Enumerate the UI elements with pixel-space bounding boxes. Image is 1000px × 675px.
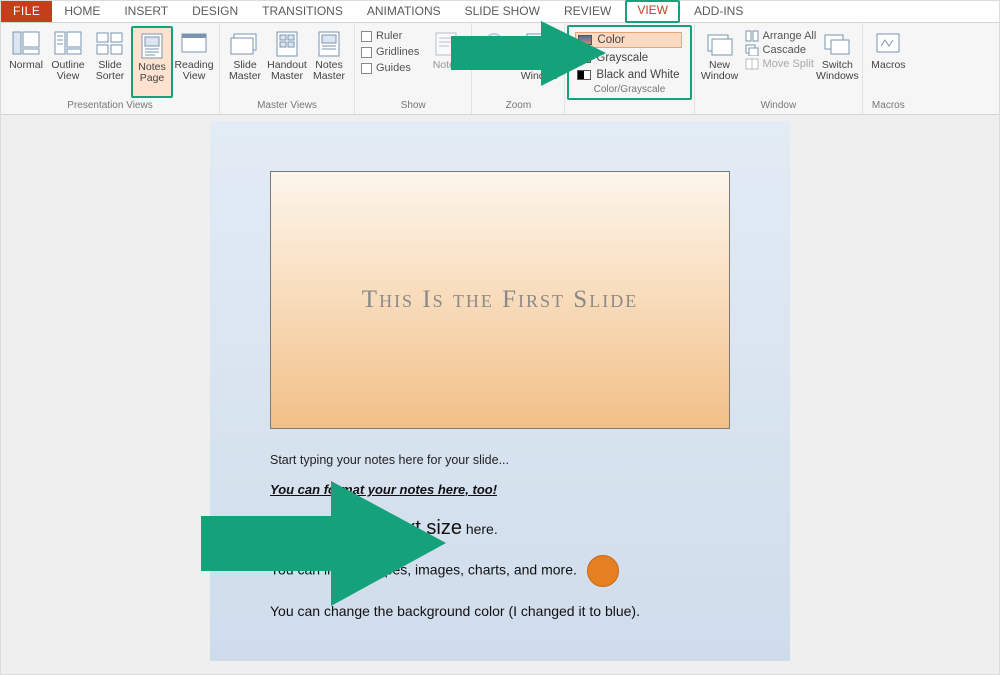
btn-slide-sorter[interactable]: Slide Sorter	[89, 26, 131, 98]
arrange-all-icon	[745, 30, 759, 42]
annotation-arrow-bottom	[201, 481, 451, 611]
btn-normal[interactable]: Normal	[5, 26, 47, 98]
reading-view-icon	[179, 30, 209, 58]
tab-animations[interactable]: ANIMATIONS	[355, 1, 453, 22]
btn-handout-master[interactable]: Handout Master	[266, 26, 308, 98]
btn-move-split: Move Split	[745, 58, 817, 70]
btn-macros-label: Macros	[871, 60, 905, 71]
btn-move-split-label: Move Split	[763, 58, 814, 70]
btn-cascade[interactable]: Cascade	[745, 44, 817, 56]
orange-circle-shape	[587, 555, 619, 587]
slide-sorter-icon	[95, 30, 125, 58]
btn-outline-view[interactable]: Outline View	[47, 26, 89, 98]
handout-master-icon	[272, 30, 302, 58]
group-presentation-views: Normal Outline View Slide Sorter Notes P…	[1, 23, 220, 114]
btn-new-window-label: New Window	[701, 60, 738, 82]
group-macros: Macros Macros	[863, 23, 913, 114]
chk-gridlines[interactable]: Gridlines	[361, 46, 419, 58]
slide-title: This Is the First Slide	[362, 286, 638, 314]
group-show-label: Show	[359, 98, 467, 114]
switch-windows-icon	[822, 30, 852, 58]
group-master-views: Slide Master Handout Master Notes Master…	[220, 23, 355, 114]
btn-slide-master-label: Slide Master	[229, 60, 261, 82]
tab-file[interactable]: FILE	[1, 1, 52, 22]
group-window: New Window Arrange All Cascade Move Spli…	[695, 23, 864, 114]
btn-notes-page-label: Notes Page	[138, 62, 165, 84]
slide-master-icon	[230, 30, 260, 58]
btn-new-window[interactable]: New Window	[699, 26, 741, 98]
btn-outline-view-label: Outline View	[51, 60, 84, 82]
chk-guides-label: Guides	[376, 62, 411, 74]
annotation-arrow-top	[451, 21, 611, 91]
group-window-label: Window	[699, 98, 859, 114]
btn-reading-view[interactable]: Reading View	[173, 26, 215, 98]
cascade-icon	[745, 44, 759, 56]
tab-slideshow[interactable]: SLIDE SHOW	[453, 1, 552, 22]
tab-addins[interactable]: ADD-INS	[682, 1, 755, 22]
new-window-icon	[705, 30, 735, 58]
btn-arrange-all-label: Arrange All	[763, 30, 817, 42]
notes-page-icon	[137, 32, 167, 60]
tab-transitions[interactable]: TRANSITIONS	[250, 1, 355, 22]
normal-view-icon	[11, 30, 41, 58]
notes-master-icon	[314, 30, 344, 58]
group-macros-label: Macros	[867, 98, 909, 114]
macros-icon	[873, 30, 903, 58]
tab-design[interactable]: DESIGN	[180, 1, 250, 22]
btn-switch-windows[interactable]: Switch Windows	[816, 26, 858, 98]
chk-ruler-label: Ruler	[376, 30, 402, 42]
btn-notes-master[interactable]: Notes Master	[308, 26, 350, 98]
group-presentation-views-label: Presentation Views	[5, 98, 215, 114]
outline-view-icon	[53, 30, 83, 58]
btn-reading-view-label: Reading View	[174, 60, 213, 82]
btn-notes-page[interactable]: Notes Page	[131, 26, 173, 98]
btn-macros[interactable]: Macros	[867, 26, 909, 98]
ribbon-tabstrip: FILE HOME INSERT DESIGN TRANSITIONS ANIM…	[1, 1, 999, 23]
slide-thumbnail[interactable]: This Is the First Slide	[270, 171, 730, 429]
tab-insert[interactable]: INSERT	[112, 1, 180, 22]
chk-guides[interactable]: Guides	[361, 62, 419, 74]
btn-notes-master-label: Notes Master	[313, 60, 345, 82]
group-master-views-label: Master Views	[224, 98, 350, 114]
btn-handout-master-label: Handout Master	[267, 60, 307, 82]
btn-normal-label: Normal	[9, 60, 43, 71]
btn-arrange-all[interactable]: Arrange All	[745, 30, 817, 42]
move-split-icon	[745, 58, 759, 70]
btn-switch-windows-label: Switch Windows	[816, 60, 859, 82]
tab-home[interactable]: HOME	[52, 1, 112, 22]
btn-cascade-label: Cascade	[763, 44, 806, 56]
chk-ruler[interactable]: Ruler	[361, 30, 419, 42]
btn-slide-master[interactable]: Slide Master	[224, 26, 266, 98]
group-zoom-label: Zoom	[476, 98, 560, 114]
tab-view[interactable]: VIEW	[625, 0, 680, 23]
btn-slide-sorter-label: Slide Sorter	[96, 60, 125, 82]
workspace: This Is the First Slide Start typing you…	[1, 115, 999, 674]
notes-line-1: Start typing your notes here for your sl…	[270, 451, 730, 470]
chk-gridlines-label: Gridlines	[376, 46, 419, 58]
tab-review[interactable]: REVIEW	[552, 1, 623, 22]
